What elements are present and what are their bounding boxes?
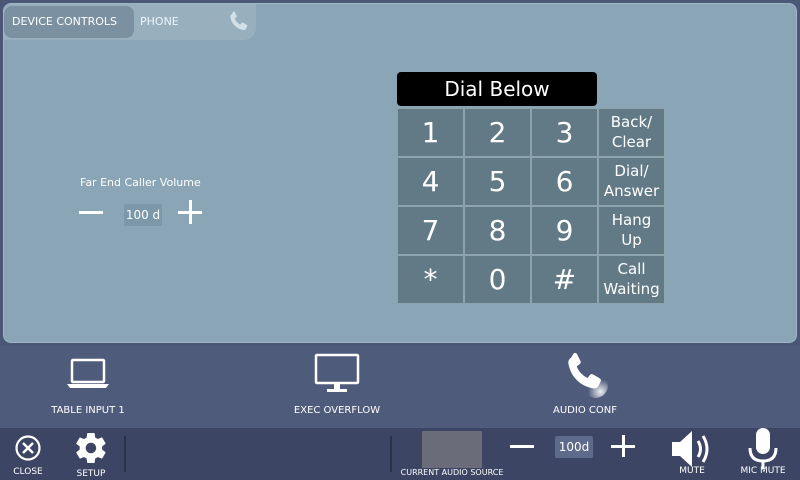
gear-icon: [76, 433, 106, 464]
dial-key[interactable]: Call Waiting: [598, 255, 665, 304]
mute-label: MUTE: [679, 466, 705, 476]
current-audio-source-label: CURRENT AUDIO SOURCE: [400, 468, 504, 477]
far-end-volume-up-button[interactable]: [178, 200, 202, 224]
dial-keypad: 1 2 3 Back/ Clear 4 5 6 Dial/ Answer 7 8 9 Hang Up *…: [397, 108, 665, 304]
mute-button[interactable]: MUTE: [664, 428, 720, 480]
source-label: TABLE INPUT 1: [51, 405, 125, 416]
dial-key[interactable]: Hang Up: [598, 206, 665, 255]
volume-up-button[interactable]: [611, 435, 635, 457]
setup-label: SETUP: [76, 469, 106, 479]
volume-down-button[interactable]: [510, 435, 534, 457]
dial-key[interactable]: 7: [397, 206, 464, 255]
dial-key[interactable]: 8: [464, 206, 531, 255]
source-exec-overflow[interactable]: EXEC OVERFLOW: [282, 346, 392, 428]
dial-key[interactable]: 6: [531, 157, 598, 206]
setup-button[interactable]: SETUP: [68, 430, 114, 480]
phone-handset-icon[interactable]: [226, 9, 252, 35]
source-bar: TABLE INPUT 1 EXEC OVERFLOW AUDIO CONF: [0, 346, 800, 428]
volume-value: 100d: [555, 436, 593, 458]
divider: [124, 436, 126, 472]
dial-key[interactable]: #: [531, 255, 598, 304]
far-end-volume-label: Far End Caller Volume: [80, 176, 201, 189]
dial-key[interactable]: 9: [531, 206, 598, 255]
mic-mute-button[interactable]: MIC MUTE: [732, 428, 794, 480]
source-audio-conf[interactable]: AUDIO CONF: [538, 346, 632, 428]
far-end-volume-down-button[interactable]: [79, 200, 103, 224]
dial-key[interactable]: 2: [464, 108, 531, 157]
mic-mute-label: MIC MUTE: [740, 466, 786, 476]
source-table-input-1[interactable]: TABLE INPUT 1: [38, 346, 138, 428]
main-panel: DEVICE CONTROLS PHONE Far End Caller Vol…: [3, 3, 797, 343]
dial-key[interactable]: 4: [397, 157, 464, 206]
monitor-icon: [314, 353, 360, 392]
source-label: AUDIO CONF: [553, 405, 617, 416]
tab-phone[interactable]: PHONE: [132, 6, 222, 38]
far-end-volume-value: 100 d: [124, 204, 162, 226]
phone-handset-icon: [568, 352, 608, 398]
dial-key[interactable]: 3: [531, 108, 598, 157]
dial-key[interactable]: 5: [464, 157, 531, 206]
dial-key[interactable]: Dial/ Answer: [598, 157, 665, 206]
dial-display: Dial Below: [397, 72, 597, 106]
dial-key[interactable]: *: [397, 255, 464, 304]
divider: [390, 436, 392, 472]
speaker-icon: [672, 431, 709, 467]
close-icon: [15, 435, 41, 461]
source-label: EXEC OVERFLOW: [293, 405, 381, 416]
close-button[interactable]: CLOSE: [8, 434, 48, 480]
dial-key[interactable]: Back/ Clear: [598, 108, 665, 157]
tab-device-controls[interactable]: DEVICE CONTROLS: [4, 6, 134, 38]
dial-key[interactable]: 1: [397, 108, 464, 157]
current-audio-source-preview: [422, 431, 482, 468]
laptop-icon: [67, 358, 109, 388]
dial-key[interactable]: 0: [464, 255, 531, 304]
close-label: CLOSE: [13, 467, 43, 477]
tab-bar: DEVICE CONTROLS PHONE: [4, 4, 256, 40]
